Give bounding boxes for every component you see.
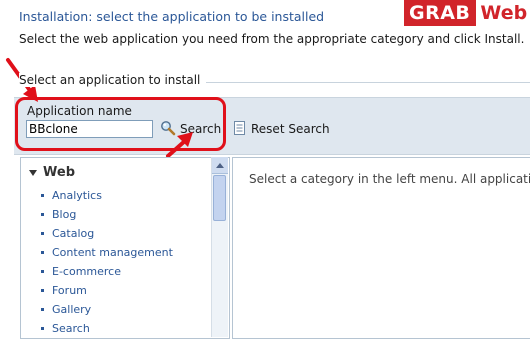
watermark-logo: GRAB Web — [404, 0, 530, 26]
category-item[interactable]: Search — [41, 319, 173, 338]
category-item[interactable]: Blog — [41, 205, 173, 224]
scroll-up-button[interactable] — [212, 157, 228, 174]
category-item[interactable]: Catalog — [41, 224, 173, 243]
select-category-message: Select a category in the left menu. All … — [249, 172, 530, 186]
category-scrollbar[interactable] — [211, 157, 228, 337]
instructions-text: Select the web application you need from… — [19, 32, 525, 46]
collapse-triangle-icon — [29, 169, 37, 176]
search-button[interactable]: Search — [160, 120, 221, 138]
bullet-icon — [41, 213, 44, 216]
watermark-web: Web — [480, 2, 528, 24]
search-button-label: Search — [180, 122, 222, 136]
bullet-icon — [41, 270, 44, 273]
magnifier-icon — [160, 120, 176, 139]
section-title: Select an application to install — [19, 73, 207, 87]
category-item[interactable]: E-commerce — [41, 262, 173, 281]
category-group-label: Web — [43, 165, 75, 180]
category-label: Analytics — [52, 189, 102, 202]
category-item[interactable]: Analytics — [41, 186, 173, 205]
bullet-icon — [41, 308, 44, 311]
application-name-label: Application name — [27, 104, 132, 118]
category-item[interactable]: Forum — [41, 281, 173, 300]
category-label: Content management — [52, 246, 173, 259]
scroll-thumb[interactable] — [213, 175, 226, 221]
category-group-web[interactable]: Web — [29, 165, 75, 180]
category-item[interactable]: Gallery — [41, 300, 173, 319]
reset-search-button[interactable]: Reset Search — [233, 120, 330, 138]
category-label: Catalog — [52, 227, 95, 240]
bullet-icon — [41, 251, 44, 254]
category-list: Analytics Blog Catalog Content managemen… — [41, 186, 173, 338]
application-name-input[interactable] — [26, 120, 153, 138]
bullet-icon — [41, 194, 44, 197]
category-label: Search — [52, 322, 90, 335]
watermark-grab: GRAB — [404, 0, 477, 26]
page-title: Installation: select the application to … — [19, 9, 325, 24]
category-panel: Web Analytics Blog Catalog Content manag… — [20, 157, 230, 339]
chevron-up-icon — [216, 162, 224, 168]
application-panel: Select a category in the left menu. All … — [232, 157, 530, 339]
bullet-icon — [41, 289, 44, 292]
category-label: Forum — [52, 284, 87, 297]
bullet-icon — [41, 232, 44, 235]
category-label: Blog — [52, 208, 77, 221]
category-label: Gallery — [52, 303, 92, 316]
category-label: E-commerce — [52, 265, 121, 278]
reset-search-label: Reset Search — [251, 122, 330, 136]
category-item[interactable]: Content management — [41, 243, 173, 262]
reset-list-icon — [233, 120, 246, 138]
